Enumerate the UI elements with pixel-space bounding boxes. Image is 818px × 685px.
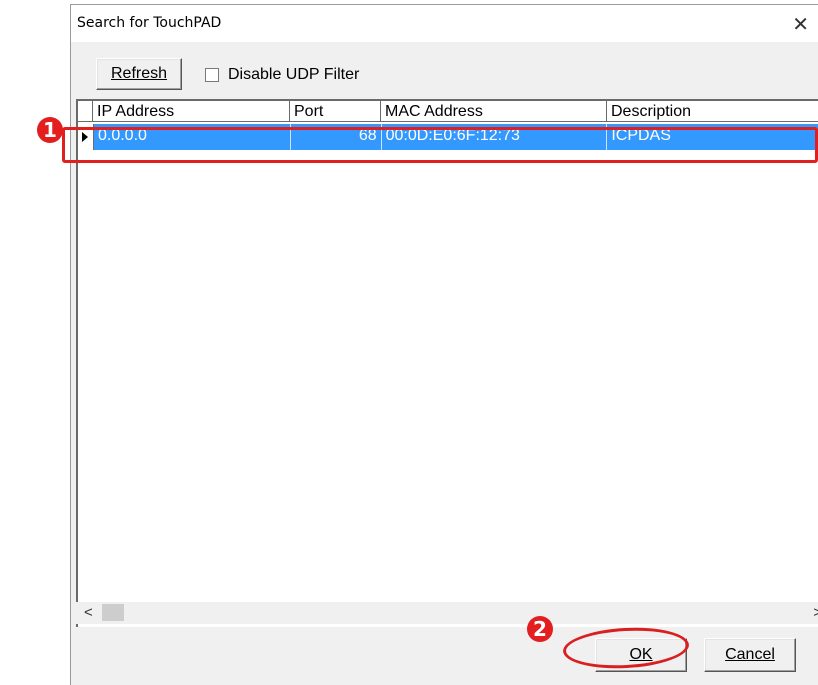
- disable-udp-filter-checkbox-group[interactable]: Disable UDP Filter: [205, 66, 359, 84]
- cancel-button-label: Cancel: [725, 646, 775, 663]
- horizontal-scrollbar[interactable]: < >: [76, 602, 818, 624]
- step-marker-1: 1: [37, 117, 63, 143]
- disable-udp-filter-label: Disable UDP Filter: [228, 66, 360, 83]
- column-header-mac[interactable]: MAC Address: [381, 101, 607, 122]
- column-header-ip[interactable]: IP Address: [93, 101, 290, 122]
- refresh-button[interactable]: Refresh: [96, 58, 182, 90]
- scroll-thumb[interactable]: [102, 604, 124, 621]
- cancel-button[interactable]: Cancel: [704, 638, 796, 672]
- scroll-right-icon[interactable]: >: [813, 604, 818, 621]
- column-header-description[interactable]: Description: [607, 101, 818, 122]
- row-header-corner: [78, 101, 93, 122]
- grid-header: IP Address Port MAC Address Description: [78, 101, 818, 123]
- row-highlight-annotation: [62, 127, 818, 163]
- dialog-title: Search for TouchPAD: [77, 15, 222, 31]
- column-header-port[interactable]: Port: [290, 101, 381, 122]
- dialog-footer: OK Cancel: [71, 627, 818, 685]
- device-grid[interactable]: IP Address Port MAC Address Description …: [76, 99, 818, 632]
- title-bar: Search for TouchPAD ✕: [71, 5, 818, 42]
- toolbar: Refresh Disable UDP Filter: [71, 42, 818, 100]
- scroll-left-icon[interactable]: <: [84, 604, 93, 621]
- disable-udp-filter-checkbox[interactable]: [205, 68, 219, 82]
- step-marker-2: 2: [527, 616, 553, 642]
- search-dialog: Search for TouchPAD ✕ Refresh Disable UD…: [70, 4, 818, 685]
- close-icon[interactable]: ✕: [792, 12, 809, 37]
- refresh-button-label: Refresh: [110, 65, 168, 82]
